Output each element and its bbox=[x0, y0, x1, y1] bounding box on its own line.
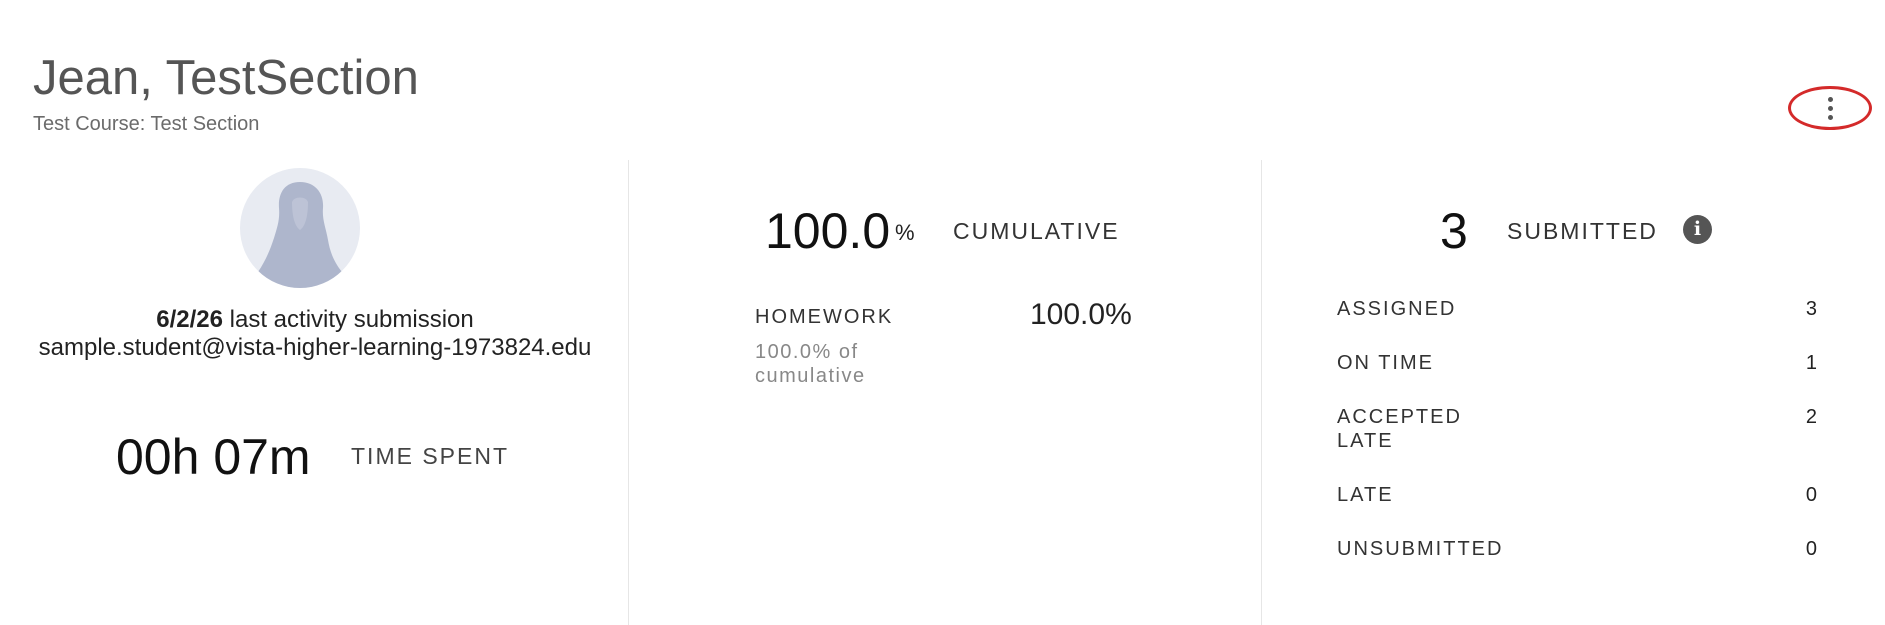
stat-label-late: LATE bbox=[1337, 484, 1394, 506]
course-subtitle: Test Course: Test Section bbox=[33, 113, 260, 135]
stat-label-accepted-late: ACCEPTED LATE bbox=[1337, 406, 1462, 452]
student-email: sample.student@vista-higher-learning-197… bbox=[38, 334, 592, 361]
stat-label-unsubmitted: UNSUBMITTED bbox=[1337, 538, 1504, 560]
submitted-label: SUBMITTED bbox=[1507, 218, 1658, 244]
cumulative-value: 100.0 bbox=[765, 203, 891, 259]
last-activity-date: 6/2/26 bbox=[156, 306, 223, 333]
submitted-count: 3 bbox=[1440, 203, 1468, 259]
column-divider-left bbox=[628, 160, 629, 625]
stat-value-assigned: 3 bbox=[1805, 298, 1817, 320]
stat-value-late: 0 bbox=[1805, 484, 1817, 506]
more-vertical-icon bbox=[1827, 96, 1833, 120]
category-label-homework: HOMEWORK bbox=[755, 306, 894, 328]
cumulative-unit: % bbox=[895, 220, 915, 245]
more-options-button[interactable] bbox=[1788, 86, 1872, 130]
stat-value-on-time: 1 bbox=[1805, 352, 1817, 374]
last-activity: 6/2/26 last activity submission bbox=[20, 306, 610, 334]
column-divider-right bbox=[1261, 160, 1262, 625]
stat-label-assigned: ASSIGNED bbox=[1337, 298, 1457, 320]
avatar bbox=[240, 168, 360, 288]
stat-value-accepted-late: 2 bbox=[1805, 406, 1817, 428]
cumulative-label: CUMULATIVE bbox=[953, 218, 1120, 244]
user-silhouette-icon bbox=[258, 182, 342, 288]
info-icon[interactable]: i bbox=[1683, 215, 1712, 244]
time-spent-label: TIME SPENT bbox=[351, 443, 510, 469]
student-name: Jean, TestSection bbox=[33, 51, 419, 105]
category-share-homework: 100.0% of cumulative bbox=[755, 341, 866, 387]
last-activity-label: last activity submission bbox=[229, 306, 474, 333]
time-spent-value: 00h 07m bbox=[116, 429, 311, 485]
stat-value-unsubmitted: 0 bbox=[1805, 538, 1817, 560]
stat-label-on-time: ON TIME bbox=[1337, 352, 1434, 374]
category-value-homework: 100.0% bbox=[1030, 298, 1132, 331]
